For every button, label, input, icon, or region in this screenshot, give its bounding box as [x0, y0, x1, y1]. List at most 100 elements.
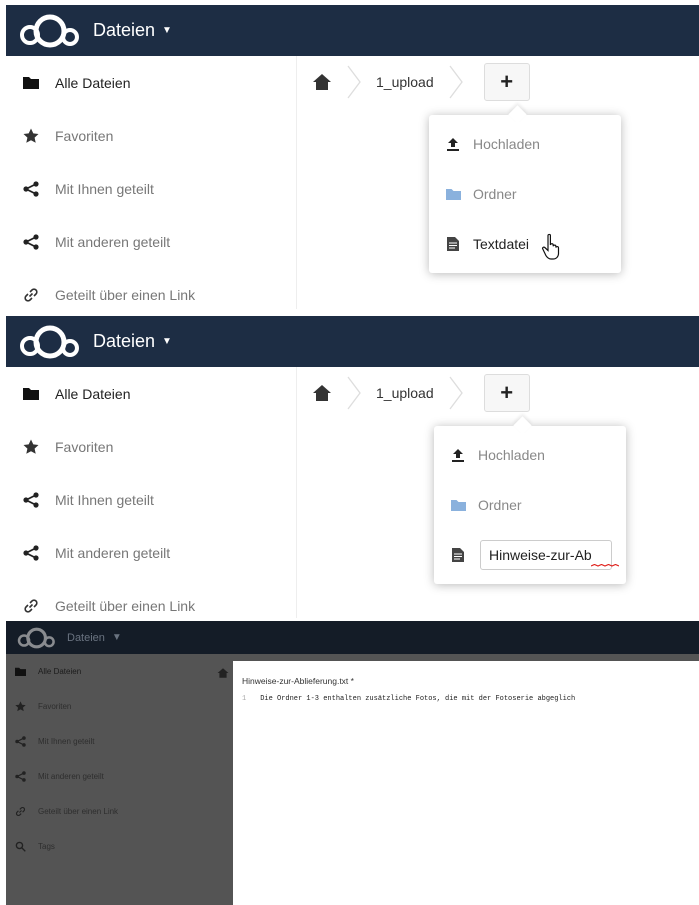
app-title: Dateien: [93, 331, 156, 351]
share-icon: [21, 232, 41, 252]
search-icon: [14, 841, 26, 853]
line-text: Die Ordner 1-3 enthalten zusätzliche Fot…: [260, 695, 576, 703]
caret-down-icon: ▼: [162, 25, 172, 36]
sidebar-item-shared-with-others[interactable]: Mit anderen geteilt: [6, 526, 296, 579]
text-file-icon: [445, 236, 461, 252]
sidebar: Alle Dateien Favoriten Mit Ihnen geteilt…: [6, 367, 296, 618]
share-icon: [14, 736, 26, 748]
files-view-menu-open: Dateien ▼ Alle Dateien Favoriten Mit Ihn…: [6, 5, 699, 309]
menu-item-label: Ordner: [473, 186, 517, 202]
home-icon[interactable]: [312, 72, 332, 92]
breadcrumb: 1_upload +: [312, 367, 530, 419]
menu-item-folder[interactable]: Ordner: [434, 480, 626, 530]
breadcrumb-separator-icon: [449, 65, 463, 99]
share-icon: [21, 543, 41, 563]
app-title: Dateien: [67, 631, 105, 644]
link-icon: [14, 806, 26, 818]
app-title: Dateien: [93, 20, 156, 40]
menu-item-label: Ordner: [478, 497, 522, 513]
caret-down-icon: ▼: [162, 336, 172, 347]
menu-item-upload[interactable]: Hochladen: [434, 430, 626, 480]
spellcheck-underline: [591, 564, 619, 567]
sidebar-item-all-files[interactable]: Alle Dateien: [6, 56, 296, 109]
breadcrumb-separator-icon: [449, 376, 463, 410]
sidebar-item-favorites: Favoriten: [6, 689, 233, 724]
editor-line[interactable]: 1 Die Ordner 1-3 enthalten zusätzliche Fo…: [242, 695, 575, 703]
app-menu-toggle[interactable]: Dateien ▼: [93, 20, 172, 41]
text-editor[interactable]: Hinweise-zur-Ablieferung.txt * 1 Die Ordn…: [233, 661, 699, 905]
sidebar-item-label: Geteilt über einen Link: [38, 807, 119, 816]
new-file-menu: Hochladen Ordner Textdatei: [429, 115, 621, 273]
upload-icon: [450, 447, 466, 463]
menu-item-textfile[interactable]: Textdatei: [429, 219, 621, 269]
home-icon: [217, 668, 229, 678]
star-icon: [14, 701, 26, 713]
sidebar-item-label: Mit anderen geteilt: [38, 772, 104, 781]
folder-icon: [21, 384, 41, 404]
folder-icon: [445, 186, 461, 202]
star-icon: [21, 126, 41, 146]
new-file-button[interactable]: +: [483, 63, 530, 101]
cloud-logo-icon[interactable]: [14, 11, 84, 51]
upload-icon: [445, 136, 461, 152]
link-icon: [21, 285, 41, 305]
menu-item-upload[interactable]: Hochladen: [429, 119, 621, 169]
breadcrumb-separator-icon: [347, 65, 361, 99]
sidebar-item-shared-by-link[interactable]: Geteilt über einen Link: [6, 268, 296, 309]
menu-item-folder[interactable]: Ordner: [429, 169, 621, 219]
files-view-naming-file: Dateien ▼ Alle Dateien Favoriten Mit Ihn…: [6, 316, 699, 618]
share-icon: [21, 490, 41, 510]
sidebar-item-favorites[interactable]: Favoriten: [6, 109, 296, 162]
menu-item-textfile-naming: [434, 530, 626, 580]
sidebar: Alle Dateien Favoriten Mit Ihnen geteilt…: [6, 56, 296, 309]
app-menu-toggle[interactable]: Dateien ▼: [93, 331, 172, 352]
cloud-logo-icon: [17, 627, 55, 648]
line-number: 1: [242, 695, 247, 703]
app-menu-toggle: Dateien ▼: [67, 632, 122, 644]
sidebar-item-label: Alle Dateien: [38, 667, 82, 676]
sidebar-item-label: Geteilt über einen Link: [55, 286, 196, 303]
sidebar-item-label: Geteilt über einen Link: [55, 597, 196, 614]
app-header: Dateien ▼: [6, 5, 699, 56]
sidebar-item-shared-with-others[interactable]: Mit anderen geteilt: [6, 215, 296, 268]
sidebar-divider: [296, 56, 297, 309]
sidebar-item-shared-with-you[interactable]: Mit Ihnen geteilt: [6, 473, 296, 526]
sidebar-item-label: Mit Ihnen geteilt: [55, 491, 154, 508]
new-file-button[interactable]: +: [483, 374, 530, 412]
text-file-icon: [450, 547, 466, 563]
app-header: Dateien ▼: [6, 316, 699, 367]
folder-icon: [450, 497, 466, 513]
menu-item-label: Hochladen: [478, 447, 545, 463]
sidebar-dimmed: Alle Dateien Favoriten Mit Ihnen geteilt…: [6, 654, 233, 864]
breadcrumb-separator-icon: [347, 376, 361, 410]
sidebar-item-favorites[interactable]: Favoriten: [6, 420, 296, 473]
hand-cursor-icon: [542, 233, 560, 260]
sidebar-item-label: Mit anderen geteilt: [55, 544, 171, 561]
cloud-logo-icon[interactable]: [14, 322, 84, 362]
sidebar-item-label: Alle Dateien: [55, 74, 131, 91]
star-icon: [21, 437, 41, 457]
home-icon[interactable]: [312, 383, 332, 403]
link-icon: [21, 596, 41, 616]
sidebar-divider: [296, 367, 297, 618]
sidebar-item-shared-with-you[interactable]: Mit Ihnen geteilt: [6, 162, 296, 215]
sidebar-item-label: Mit Ihnen geteilt: [55, 180, 154, 197]
folder-icon: [21, 73, 41, 93]
sidebar-item-label: Alle Dateien: [55, 385, 131, 402]
folder-icon: [14, 666, 26, 678]
sidebar-item-label: Favoriten: [55, 127, 114, 144]
share-icon: [21, 179, 41, 199]
text-editor-view: Dateien ▼ Alle Dateien Favoriten Mit Ihn…: [6, 621, 699, 905]
sidebar-item-label: Favoriten: [38, 702, 72, 711]
breadcrumb-folder[interactable]: 1_upload: [376, 74, 434, 90]
sidebar-item-all-files: Alle Dateien: [6, 654, 233, 689]
menu-item-label: Hochladen: [473, 136, 540, 152]
sidebar-item-shared-by-link[interactable]: Geteilt über einen Link: [6, 579, 296, 618]
sidebar-item-all-files[interactable]: Alle Dateien: [6, 367, 296, 420]
new-file-menu: Hochladen Ordner: [434, 426, 626, 584]
breadcrumb-folder[interactable]: 1_upload: [376, 385, 434, 401]
sidebar-item-tags: Tags: [6, 829, 233, 864]
sidebar-item-shared-with-others: Mit anderen geteilt: [6, 759, 233, 794]
sidebar-item-shared-with-you: Mit Ihnen geteilt: [6, 724, 233, 759]
caret-down-icon: ▼: [111, 632, 122, 643]
